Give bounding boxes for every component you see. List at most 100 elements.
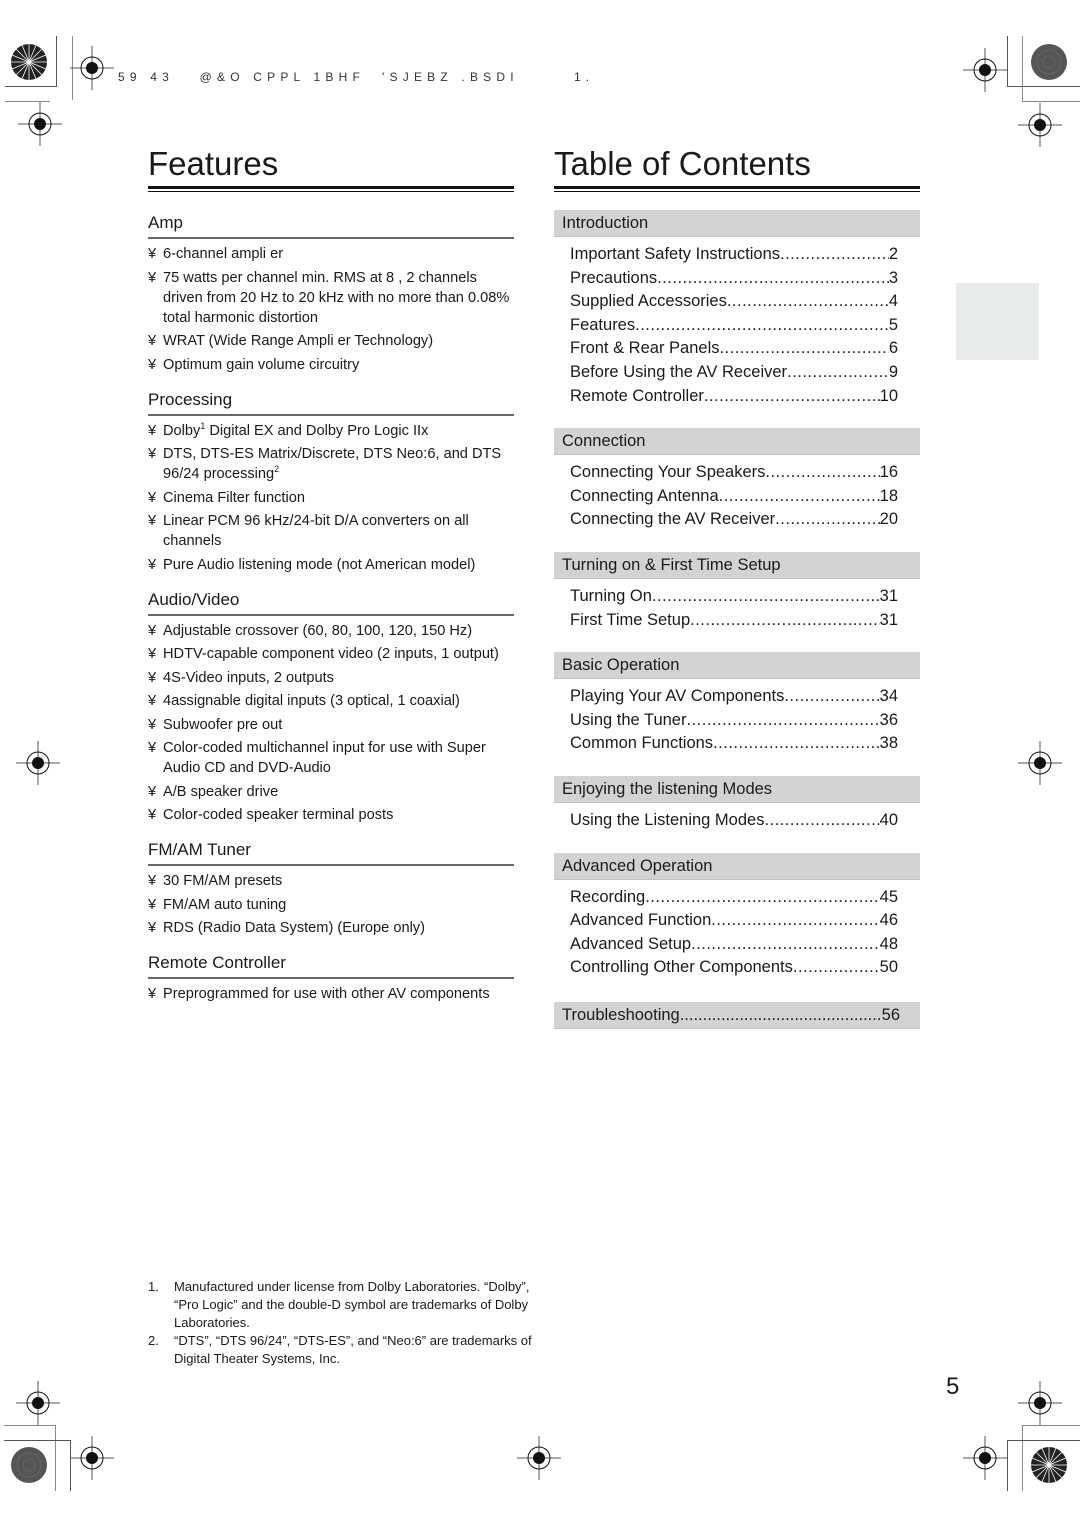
feature-item: ¥ FM/AM auto tuning [148, 895, 514, 915]
features-title: Features [148, 145, 279, 182]
bullet-icon: ¥ [148, 896, 157, 913]
dot-leader [793, 956, 880, 980]
toc-entry-title: Connecting the AV Receiver [570, 510, 776, 529]
feature-section: FM/AM Tuner ¥30 FM/AM presets ¥ FM/AM auto … [148, 839, 514, 938]
dot-leader [764, 809, 879, 833]
toc-entry-title: Controlling Other Components [570, 958, 793, 977]
feature-item-text: HDTV-capable component video (2 inputs, … [163, 646, 499, 662]
feature-item: ¥ Subwoofer pre out [148, 715, 514, 735]
crop-line [5, 86, 57, 87]
feature-section-heading: FM/AM Tuner [148, 840, 251, 859]
toc-entry[interactable]: Important Safety Instructions 2 [570, 243, 898, 267]
toc-entry-title: Turning On [570, 586, 652, 605]
dot-leader [652, 585, 880, 609]
toc-entry[interactable]: Using the Tuner 36 [570, 709, 898, 733]
toc-entry-page: 9 [888, 362, 898, 381]
toc-entry[interactable]: Common Functions 38 [570, 732, 898, 756]
crop-line [1022, 101, 1080, 102]
crop-line [1007, 86, 1080, 87]
toc-section-heading: Advanced Operation [554, 852, 920, 880]
toc-section-heading: Introduction [554, 210, 920, 237]
crop-line [4, 1425, 56, 1426]
feature-item-text: 30 FM/AM presets [163, 873, 283, 889]
title-rule [554, 191, 920, 192]
toc-entry[interactable]: Controlling Other Components 50 [570, 956, 898, 980]
toc-entry[interactable]: Recording 45 [570, 886, 898, 910]
toc-entry-title: Features [570, 315, 636, 334]
registration-mark-icon [1018, 103, 1062, 147]
toc-list: Connecting Your Speakers 16 Connecting Ant… [554, 461, 898, 532]
toc-entry[interactable]: Advanced Function 46 [570, 909, 898, 933]
dot-leader [765, 461, 879, 485]
feature-item-text: Cinema Filter function [163, 489, 305, 506]
dot-leader [775, 508, 879, 532]
toc-section: Enjoying the listening Modes Using the Li… [554, 775, 920, 833]
toc-entry-page: 4 [888, 292, 898, 311]
feature-item-text: Optimum gain volume circuitry [163, 356, 360, 373]
toc-entry[interactable]: Using the Listening Modes 40 [570, 809, 898, 833]
crop-line [1022, 36, 1023, 101]
toc-section-heading: Enjoying the listening Modes [554, 775, 920, 803]
toc-entry-page: 40 [879, 810, 898, 829]
footnote: 1. Manufactured under license from Dolby … [148, 1278, 538, 1332]
title-rule [554, 186, 920, 189]
toc-entry[interactable]: Front & Rear Panels 6 [570, 337, 898, 361]
bullet-icon: ¥ [148, 489, 157, 506]
toc-entry-title: Supplied Accessories [570, 292, 727, 311]
feature-item-text: 4assignable digital inputs (3 optical, 1… [163, 693, 460, 709]
crop-line [1007, 1440, 1008, 1491]
toc-entry-page: 31 [879, 586, 898, 605]
feature-item: ¥ Color-coded multichannel input for use … [148, 738, 514, 778]
toc-list: Turning On 31 First Time Setup 31 [554, 585, 898, 632]
toc-entry-page: 20 [879, 510, 898, 529]
toc-entry-title: Using the Listening Modes [570, 810, 765, 829]
toc-entry[interactable]: Advanced Setup 48 [570, 933, 898, 957]
toc-entry[interactable]: Supplied Accessories 4 [570, 290, 898, 314]
toc-entry[interactable]: Before Using the AV Receiver 9 [570, 361, 898, 385]
toc-entry-page: 3 [888, 268, 898, 287]
toc-entry[interactable]: Remote Controller 10 [570, 385, 898, 409]
halftone-target-icon [10, 1446, 48, 1484]
toc-entry[interactable]: Connecting Antenna 18 [570, 485, 898, 509]
crop-line [1022, 1425, 1080, 1426]
feature-section-heading: Amp [148, 213, 183, 232]
feature-item: ¥ Dolby1 Digital EX and Dolby Pro Logic I… [148, 421, 514, 441]
feature-section: Processing ¥ Dolby1 Digital EX and Dolby P… [148, 389, 514, 575]
toc-entry[interactable]: Connecting Your Speakers 16 [570, 461, 898, 485]
feature-item: ¥ 4S-Video inputs, 2 outputs [148, 668, 514, 688]
feature-item-text: Preprogrammed for use with other AV comp… [163, 986, 490, 1002]
dot-leader [704, 385, 880, 409]
toc-entry-troubleshooting[interactable]: Troubleshooting 56 [554, 1001, 920, 1029]
feature-section: Remote Controller ¥ Preprogrammed for use … [148, 952, 514, 1004]
feature-list: ¥ Preprogrammed for use with other AV com… [148, 984, 514, 1004]
dot-leader [711, 909, 879, 933]
toc-list: Using the Listening Modes 40 [554, 809, 898, 833]
toc-entry-page: 34 [879, 687, 898, 706]
dot-leader [727, 290, 889, 314]
section-rule [148, 864, 514, 866]
footnote-ref: 2 [274, 464, 280, 475]
dot-leader [645, 886, 879, 910]
toc-entry[interactable]: Playing Your AV Components 34 [570, 685, 898, 709]
toc-entry[interactable]: Precautions 3 [570, 267, 898, 291]
toc-entry-title: Connecting Your Speakers [570, 463, 766, 482]
crop-line [55, 1425, 56, 1491]
toc-entry[interactable]: Connecting the AV Receiver 20 [570, 508, 898, 532]
feature-item: ¥ Cinema Filter function [148, 488, 514, 508]
feature-item-text: Subwoofer pre out [163, 716, 283, 733]
chapter-side-tab [956, 283, 1039, 360]
toc-entry-page: 50 [879, 958, 898, 977]
toc-list: Playing Your AV Components 34 Using the Tu… [554, 685, 898, 756]
title-rule [148, 191, 514, 192]
dot-leader [713, 732, 880, 756]
toc-entry[interactable]: Turning On 31 [570, 585, 898, 609]
crop-line [1007, 1440, 1080, 1441]
page-number: 5 [946, 1373, 960, 1400]
toc-entry-page: 46 [879, 911, 898, 930]
toc-entry[interactable]: First Time Setup 31 [570, 609, 898, 633]
feature-item: ¥ Color-coded speaker terminal posts [148, 805, 514, 825]
footnote-number: 1. [148, 1279, 159, 1294]
feature-item: ¥ Optimum gain volume circuitry [148, 355, 514, 375]
halftone-target-icon [1030, 43, 1068, 81]
toc-entry[interactable]: Features 5 [570, 314, 898, 338]
